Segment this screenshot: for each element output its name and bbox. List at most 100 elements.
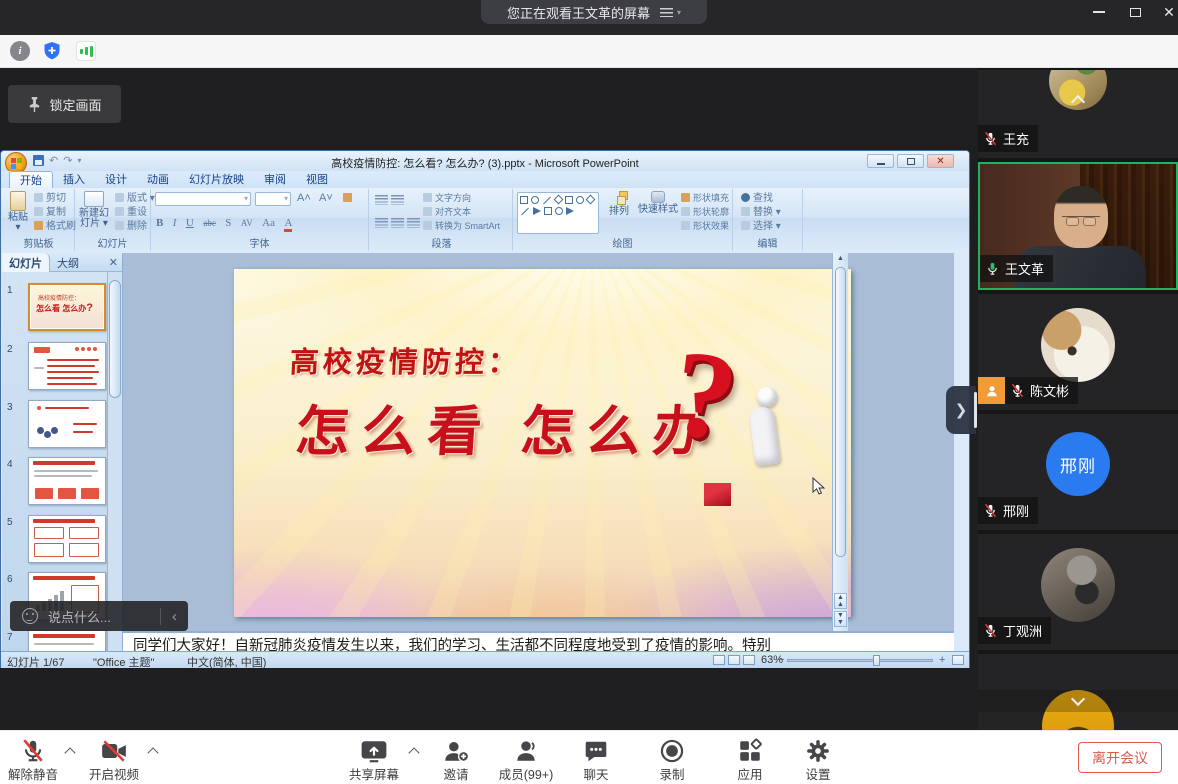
tab-design[interactable]: 设计 [95, 171, 137, 188]
ppt-close-button[interactable]: ✕ [927, 154, 954, 168]
panel-scrollbar[interactable] [107, 272, 122, 651]
list-buttons[interactable] [375, 192, 407, 210]
tab-insert[interactable]: 插入 [53, 171, 95, 188]
find-button[interactable]: 查找 [741, 192, 773, 205]
slide-thumbnail-5[interactable] [28, 515, 106, 563]
speaker-notes[interactable]: 同学们大家好！自新冠肺炎疫情发生以来，我们的学习、生活都不同程度地受到了疫情的影… [123, 631, 954, 651]
tab-animations[interactable]: 动画 [137, 171, 179, 188]
share-screen-button[interactable]: 共享屏幕 [338, 735, 410, 783]
next-slide-button[interactable]: ▼▼ [834, 611, 847, 627]
participant-tile-wangchong[interactable]: 王充 [978, 70, 1178, 158]
fit-to-window-button[interactable] [952, 655, 964, 665]
slide-thumbnail-3[interactable] [28, 400, 106, 448]
chat-quick-bar[interactable]: 说点什么... ‹ [10, 601, 188, 631]
zoom-slider-track[interactable] [787, 659, 933, 662]
cut-button[interactable]: 剪切 [34, 192, 66, 205]
previous-slide-button[interactable]: ▲▲ [834, 593, 847, 609]
arrange-button[interactable]: 排列 [603, 191, 635, 217]
shadow-button[interactable]: S [225, 217, 231, 229]
alignment-buttons[interactable] [375, 215, 423, 233]
invite-button[interactable]: 邀请 [424, 735, 488, 783]
hamburger-menu-icon[interactable] [660, 8, 673, 17]
video-options-chevron[interactable] [149, 749, 159, 759]
participant-tile-wangwenge[interactable]: 王文革 [978, 162, 1178, 290]
paste-button[interactable]: 粘贴 ▾ [5, 191, 31, 233]
meeting-info-icon[interactable]: i [10, 41, 30, 61]
slideshow-view-button[interactable] [743, 655, 755, 665]
font-color-button[interactable]: A [284, 217, 292, 232]
shape-outline-button[interactable]: 形状轮廓 [681, 206, 729, 219]
chat-placeholder[interactable]: 说点什么... [48, 607, 111, 626]
shapes-gallery[interactable] [517, 192, 599, 234]
tab-slideshow[interactable]: 幻灯片放映 [179, 171, 254, 188]
tab-home[interactable]: 开始 [9, 171, 53, 188]
grow-font-button[interactable]: A˄ [297, 192, 311, 205]
select-button[interactable]: 选择 ▾ [741, 220, 781, 233]
mic-options-chevron[interactable] [66, 749, 76, 759]
zoom-slider-thumb[interactable] [873, 655, 880, 666]
participant-tile-chenwenbin[interactable]: 陈文彬 [978, 294, 1178, 410]
security-shield-icon[interactable] [42, 41, 62, 61]
quick-styles-button[interactable]: 快速样式 [637, 191, 679, 215]
share-options-chevron[interactable] [410, 749, 420, 759]
bold-button[interactable]: B [156, 217, 163, 229]
zoom-in-button[interactable]: + [939, 654, 945, 666]
slide-thumbnail-1[interactable]: 高校疫情防控： 怎么看 怎么办? [28, 283, 106, 331]
align-text-button[interactable]: 对齐文本 [423, 206, 471, 219]
chat-button[interactable]: 聊天 [564, 735, 628, 783]
change-case-button[interactable]: Aa [262, 217, 275, 229]
text-direction-button[interactable]: 文字方向 [423, 192, 471, 205]
slide-thumbnail-4[interactable] [28, 457, 106, 505]
strikethrough-button[interactable]: abc [203, 218, 216, 228]
reset-button[interactable]: 重设 [115, 206, 147, 219]
scroll-down-button[interactable] [978, 690, 1178, 712]
tab-review[interactable]: 审阅 [254, 171, 296, 188]
replace-button[interactable]: 替换 ▾ [741, 206, 781, 219]
tab-view[interactable]: 视图 [296, 171, 338, 188]
slide-thumbnail-7[interactable] [28, 630, 106, 651]
panel-close-icon[interactable]: ✕ [109, 256, 118, 269]
font-name-combobox[interactable]: ▾ [155, 192, 251, 206]
window-maximize-button[interactable] [1122, 0, 1148, 24]
settings-button[interactable]: 设置 [786, 735, 850, 783]
panel-tab-outline[interactable]: 大纲 [50, 253, 86, 272]
character-spacing-button[interactable]: AV [241, 218, 253, 228]
record-button[interactable]: 录制 [640, 735, 704, 783]
emoji-icon[interactable] [22, 608, 38, 624]
chat-collapse-icon[interactable]: ‹ [160, 608, 188, 625]
shrink-font-button[interactable]: A˅ [319, 192, 333, 205]
shape-effects-button[interactable]: 形状效果 [681, 220, 729, 233]
slide-scrollbar[interactable]: ▲ ▲▲ ▼▼ [832, 253, 848, 631]
new-slide-button[interactable]: 新建幻灯片 ▾ [77, 191, 111, 229]
participant-tile-xinggang[interactable]: 邢刚 邢刚 [978, 414, 1178, 530]
participant-tile-partial[interactable] [978, 654, 1178, 730]
members-button[interactable]: 成员(99+) [488, 735, 564, 783]
copy-button[interactable]: 复制 [34, 206, 66, 219]
slide-canvas[interactable]: 高校疫情防控： 怎么看 怎么办 ? [234, 269, 851, 617]
ppt-minimize-button[interactable] [867, 154, 894, 168]
unmute-button[interactable]: 解除静音 [0, 735, 66, 783]
format-painter-button[interactable]: 格式刷 [34, 220, 76, 233]
language-status[interactable]: 中文(简体, 中国) [187, 654, 266, 670]
ppt-maximize-button[interactable] [897, 154, 924, 168]
participant-tile-dingguanzhou[interactable]: 丁观洲 [978, 534, 1178, 650]
start-video-button[interactable]: 开启视频 [80, 735, 148, 783]
window-minimize-button[interactable] [1086, 0, 1112, 24]
lock-view-button[interactable]: 锁定画面 [8, 85, 121, 123]
shape-fill-button[interactable]: 形状填充 [681, 192, 729, 205]
font-size-combobox[interactable]: ▾ [255, 192, 291, 206]
smartart-button[interactable]: 转换为 SmartArt [423, 220, 500, 233]
ppt-titlebar[interactable]: ↶ ↷ ▾ 高校疫情防控: 怎么看? 怎么办? (3).pptx - Micro… [1, 151, 969, 171]
panel-tab-slides[interactable]: 幻灯片 [2, 253, 50, 272]
italic-button[interactable]: I [173, 217, 177, 229]
scroll-up-button[interactable] [978, 88, 1178, 110]
network-signal-icon[interactable] [76, 41, 96, 61]
normal-view-button[interactable] [713, 655, 725, 665]
apps-button[interactable]: 应用 [718, 735, 782, 783]
slide-sorter-view-button[interactable] [728, 655, 740, 665]
underline-button[interactable]: U [186, 217, 194, 229]
delete-button[interactable]: 删除 [115, 220, 147, 233]
zoom-out-button[interactable]: − [778, 654, 784, 666]
leave-meeting-button[interactable]: 离开会议 [1078, 742, 1162, 773]
screen-watch-pill[interactable]: 您正在观看王文革的屏幕 ▾ [481, 0, 707, 24]
